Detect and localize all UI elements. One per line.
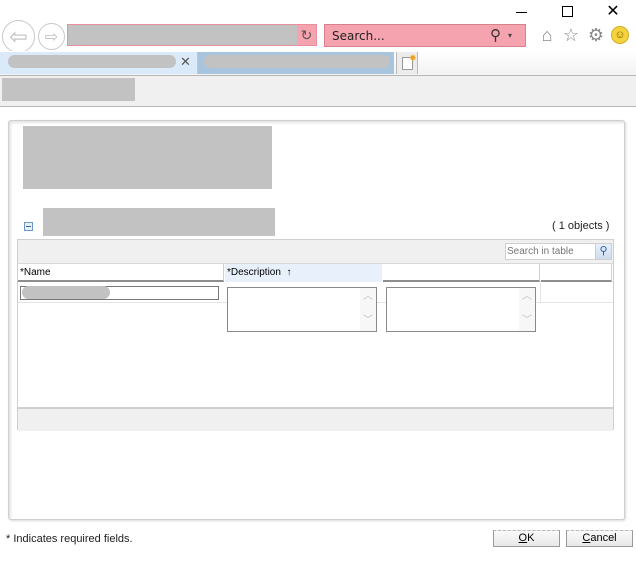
home-icon[interactable]: ⌂ — [537, 25, 557, 45]
ok-accel: O — [518, 532, 528, 544]
description-input[interactable] — [228, 288, 360, 331]
collapse-section-icon[interactable] — [24, 222, 33, 231]
column-header-4[interactable] — [541, 264, 612, 282]
toolbar-redacted — [2, 78, 135, 101]
back-button[interactable]: ⇦ — [2, 20, 35, 53]
search-icon: ⚲ — [599, 245, 608, 257]
textarea-scrollbar[interactable]: ︿ ﹀ — [360, 288, 376, 331]
ok-label: K — [527, 532, 535, 544]
new-tab-button[interactable]: ✸ — [396, 52, 418, 74]
column-label: *Description — [227, 267, 281, 278]
new-tab-sparkle-icon: ✸ — [409, 53, 417, 63]
cancel-button[interactable]: Cancel — [566, 530, 633, 547]
scroll-up-icon[interactable]: ︿ — [363, 292, 373, 302]
search-dropdown-icon[interactable]: ▾ — [508, 31, 512, 40]
scroll-up-icon[interactable]: ︿ — [522, 292, 532, 302]
scroll-down-icon[interactable]: ﹀ — [363, 316, 373, 326]
name-value-redacted — [22, 286, 110, 299]
close-window-button[interactable]: ✕ — [605, 4, 621, 20]
maximize-button[interactable] — [559, 4, 575, 20]
tab-close-icon[interactable]: ✕ — [180, 54, 191, 70]
ok-button[interactable]: OK — [493, 530, 560, 547]
arrow-left-icon: ⇦ — [9, 23, 28, 49]
column-label: *Name — [20, 267, 51, 278]
tab-inactive[interactable] — [198, 52, 394, 74]
search-placeholder: Search... — [332, 29, 385, 43]
forward-button[interactable]: ⇨ — [38, 23, 65, 50]
object-count: ( 1 objects ) — [552, 220, 610, 232]
scroll-down-icon[interactable]: ﹀ — [522, 316, 532, 326]
tab-title-redacted — [204, 55, 390, 68]
section-title-redacted — [43, 208, 275, 236]
arrow-right-icon: ⇨ — [44, 28, 59, 46]
table-search-button[interactable]: ⚲ — [595, 244, 611, 259]
cell-divider — [540, 283, 541, 302]
column3-textarea[interactable]: ︿ ﹀ — [386, 287, 536, 332]
tab-title-redacted — [8, 55, 176, 68]
column-header-description[interactable]: *Description ↑ — [225, 264, 382, 282]
settings-gear-icon[interactable]: ⚙ — [586, 25, 606, 45]
browser-search-box[interactable]: Search... ⚲ ▾ — [324, 24, 526, 47]
refresh-button[interactable]: ↻ — [297, 25, 316, 45]
table-search-input[interactable] — [507, 245, 595, 258]
table-footer — [18, 407, 613, 431]
cancel-label: ancel — [590, 532, 617, 544]
column-header-name[interactable]: *Name — [18, 264, 224, 282]
column-header-3[interactable] — [383, 264, 540, 282]
required-fields-note: * Indicates required fields. — [6, 533, 133, 545]
sort-ascending-icon: ↑ — [286, 267, 292, 278]
refresh-icon: ↻ — [300, 27, 313, 43]
description-textarea[interactable]: ︿ ﹀ — [227, 287, 377, 332]
minimize-button[interactable] — [514, 4, 530, 20]
table-search[interactable]: ⚲ — [505, 243, 612, 260]
favorites-star-icon[interactable]: ☆ — [561, 25, 581, 45]
tab-active[interactable]: ✕ — [0, 52, 198, 74]
dialog-title-redacted — [23, 126, 272, 189]
textarea-scrollbar[interactable]: ︿ ﹀ — [519, 288, 535, 331]
address-bar[interactable] — [67, 24, 317, 46]
column3-input[interactable] — [387, 288, 519, 331]
search-icon[interactable]: ⚲ — [490, 26, 501, 44]
feedback-smiley-icon[interactable]: ☺ — [611, 26, 629, 44]
